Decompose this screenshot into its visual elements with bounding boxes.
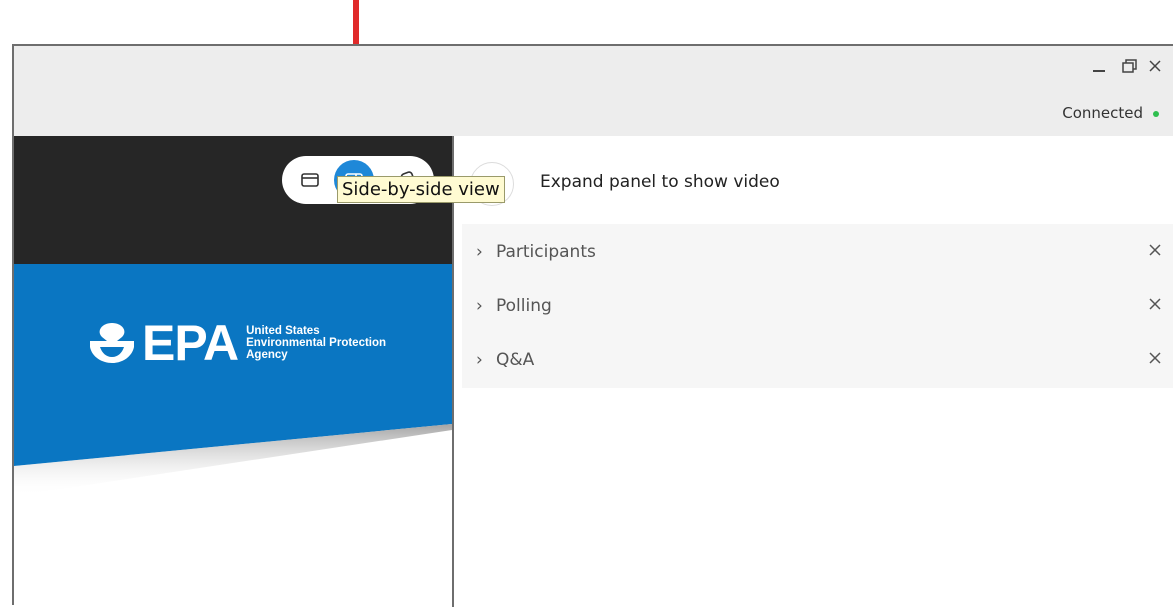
epa-subtitle-line: United States <box>246 325 320 337</box>
chevron-right-icon: › <box>476 242 483 262</box>
status-dot-icon <box>1153 110 1159 117</box>
connection-status: Connected <box>1062 104 1159 122</box>
title-bar: Connected <box>14 46 1173 136</box>
panel-participants[interactable]: › Participants <box>462 226 1173 280</box>
epa-subtitle-line: Environmental Protection <box>246 337 387 349</box>
panel-polling[interactable]: › Polling <box>462 280 1173 334</box>
stage-view-icon <box>301 173 319 187</box>
close-icon[interactable] <box>1145 294 1165 314</box>
expand-panel-label: Expand panel to show video <box>540 172 780 192</box>
epa-wordmark: EPA <box>142 315 239 371</box>
chevron-right-icon: › <box>476 296 483 316</box>
epa-flower-icon <box>90 323 134 363</box>
window-controls <box>1053 56 1173 78</box>
panel-label: Q&A <box>496 350 535 370</box>
panel-label: Polling <box>496 296 552 316</box>
restore-icon[interactable] <box>1119 56 1139 76</box>
epa-logo: EPA United States Environmental Protecti… <box>88 314 386 372</box>
side-panel: Expand panel to show video › Participant… <box>454 136 1173 607</box>
expand-row: Expand panel to show video <box>454 136 1173 224</box>
connection-status-text: Connected <box>1062 104 1143 122</box>
panel-qa[interactable]: › Q&A <box>462 334 1173 388</box>
side-by-side-tooltip: Side-by-side view <box>337 176 505 203</box>
close-icon[interactable] <box>1145 348 1165 368</box>
video-pane: EPA United States Environmental Protecti… <box>14 136 454 607</box>
chevron-right-icon: › <box>476 350 483 370</box>
stage-view-button[interactable] <box>290 160 330 200</box>
panel-list: › Participants › Polling › Q&A <box>462 224 1173 388</box>
app-window: Connected EPA United States Environmenta… <box>12 44 1173 607</box>
panel-label: Participants <box>496 242 596 262</box>
close-icon[interactable] <box>1145 56 1165 76</box>
close-icon[interactable] <box>1145 240 1165 260</box>
epa-subtitle: United States Environmental Protection A… <box>246 325 386 361</box>
minimize-icon[interactable] <box>1089 56 1109 76</box>
epa-subtitle-line: Agency <box>246 349 288 361</box>
presentation-slide: EPA United States Environmental Protecti… <box>14 264 452 607</box>
